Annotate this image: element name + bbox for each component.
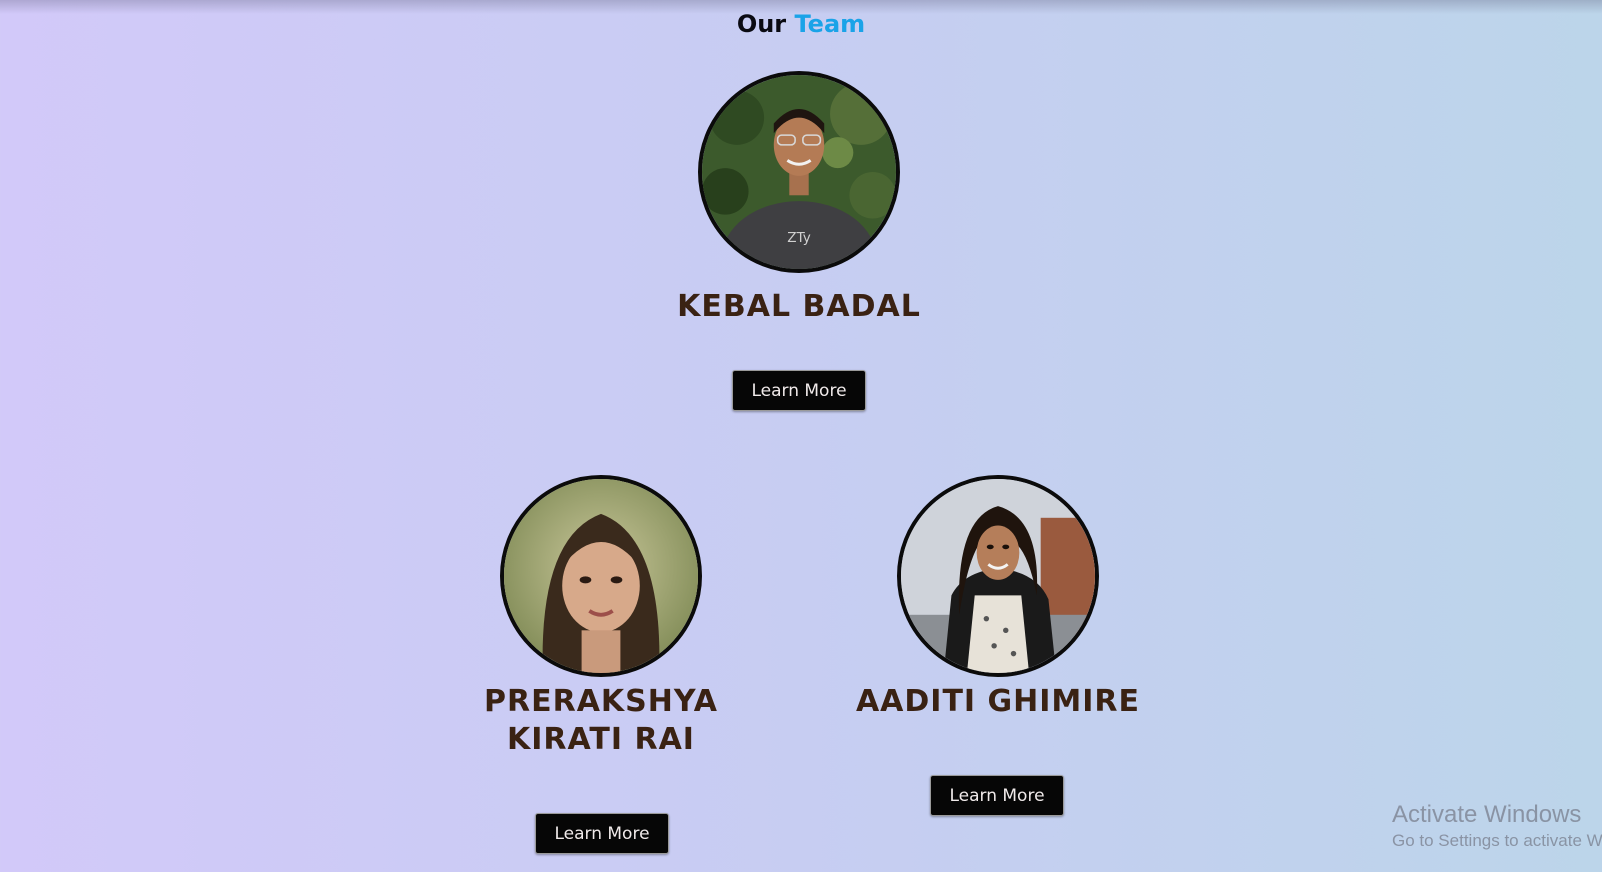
learn-more-button-kebal[interactable]: Learn More [732,370,866,411]
watermark-subtitle: Go to Settings to activate Windows. [1392,831,1602,850]
watermark-title: Activate Windows [1392,801,1582,828]
member-name: AADITI GHIMIRE [855,684,1141,719]
member-name: PRERAKSHYA KIRATI RAI [484,684,718,757]
learn-more-button-prerakshya[interactable]: Learn More [535,813,669,854]
team-member-card-aaditi: AADITI GHIMIRE [848,475,1148,815]
learn-more-button-aaditi[interactable]: Learn More [930,775,1064,816]
team-member-card-prerakshya: PRERAKSHYA KIRATI RAI [451,475,751,855]
team-member-card-kebal: ZTy KEBAL BADAL [649,71,949,411]
svg-text:ZTy: ZTy [787,230,811,246]
page-title-accent: Team [794,10,866,38]
profile-photo [500,475,702,677]
profile-photo: ZTy [698,71,900,273]
profile-photo [897,475,1099,677]
page-title-main: Our [736,10,787,38]
activate-windows-watermark: Activate Windows Go to Settings to activ… [1392,800,1602,852]
page-title: Our Team [0,10,1602,38]
member-name: KEBAL BADAL [677,289,921,324]
